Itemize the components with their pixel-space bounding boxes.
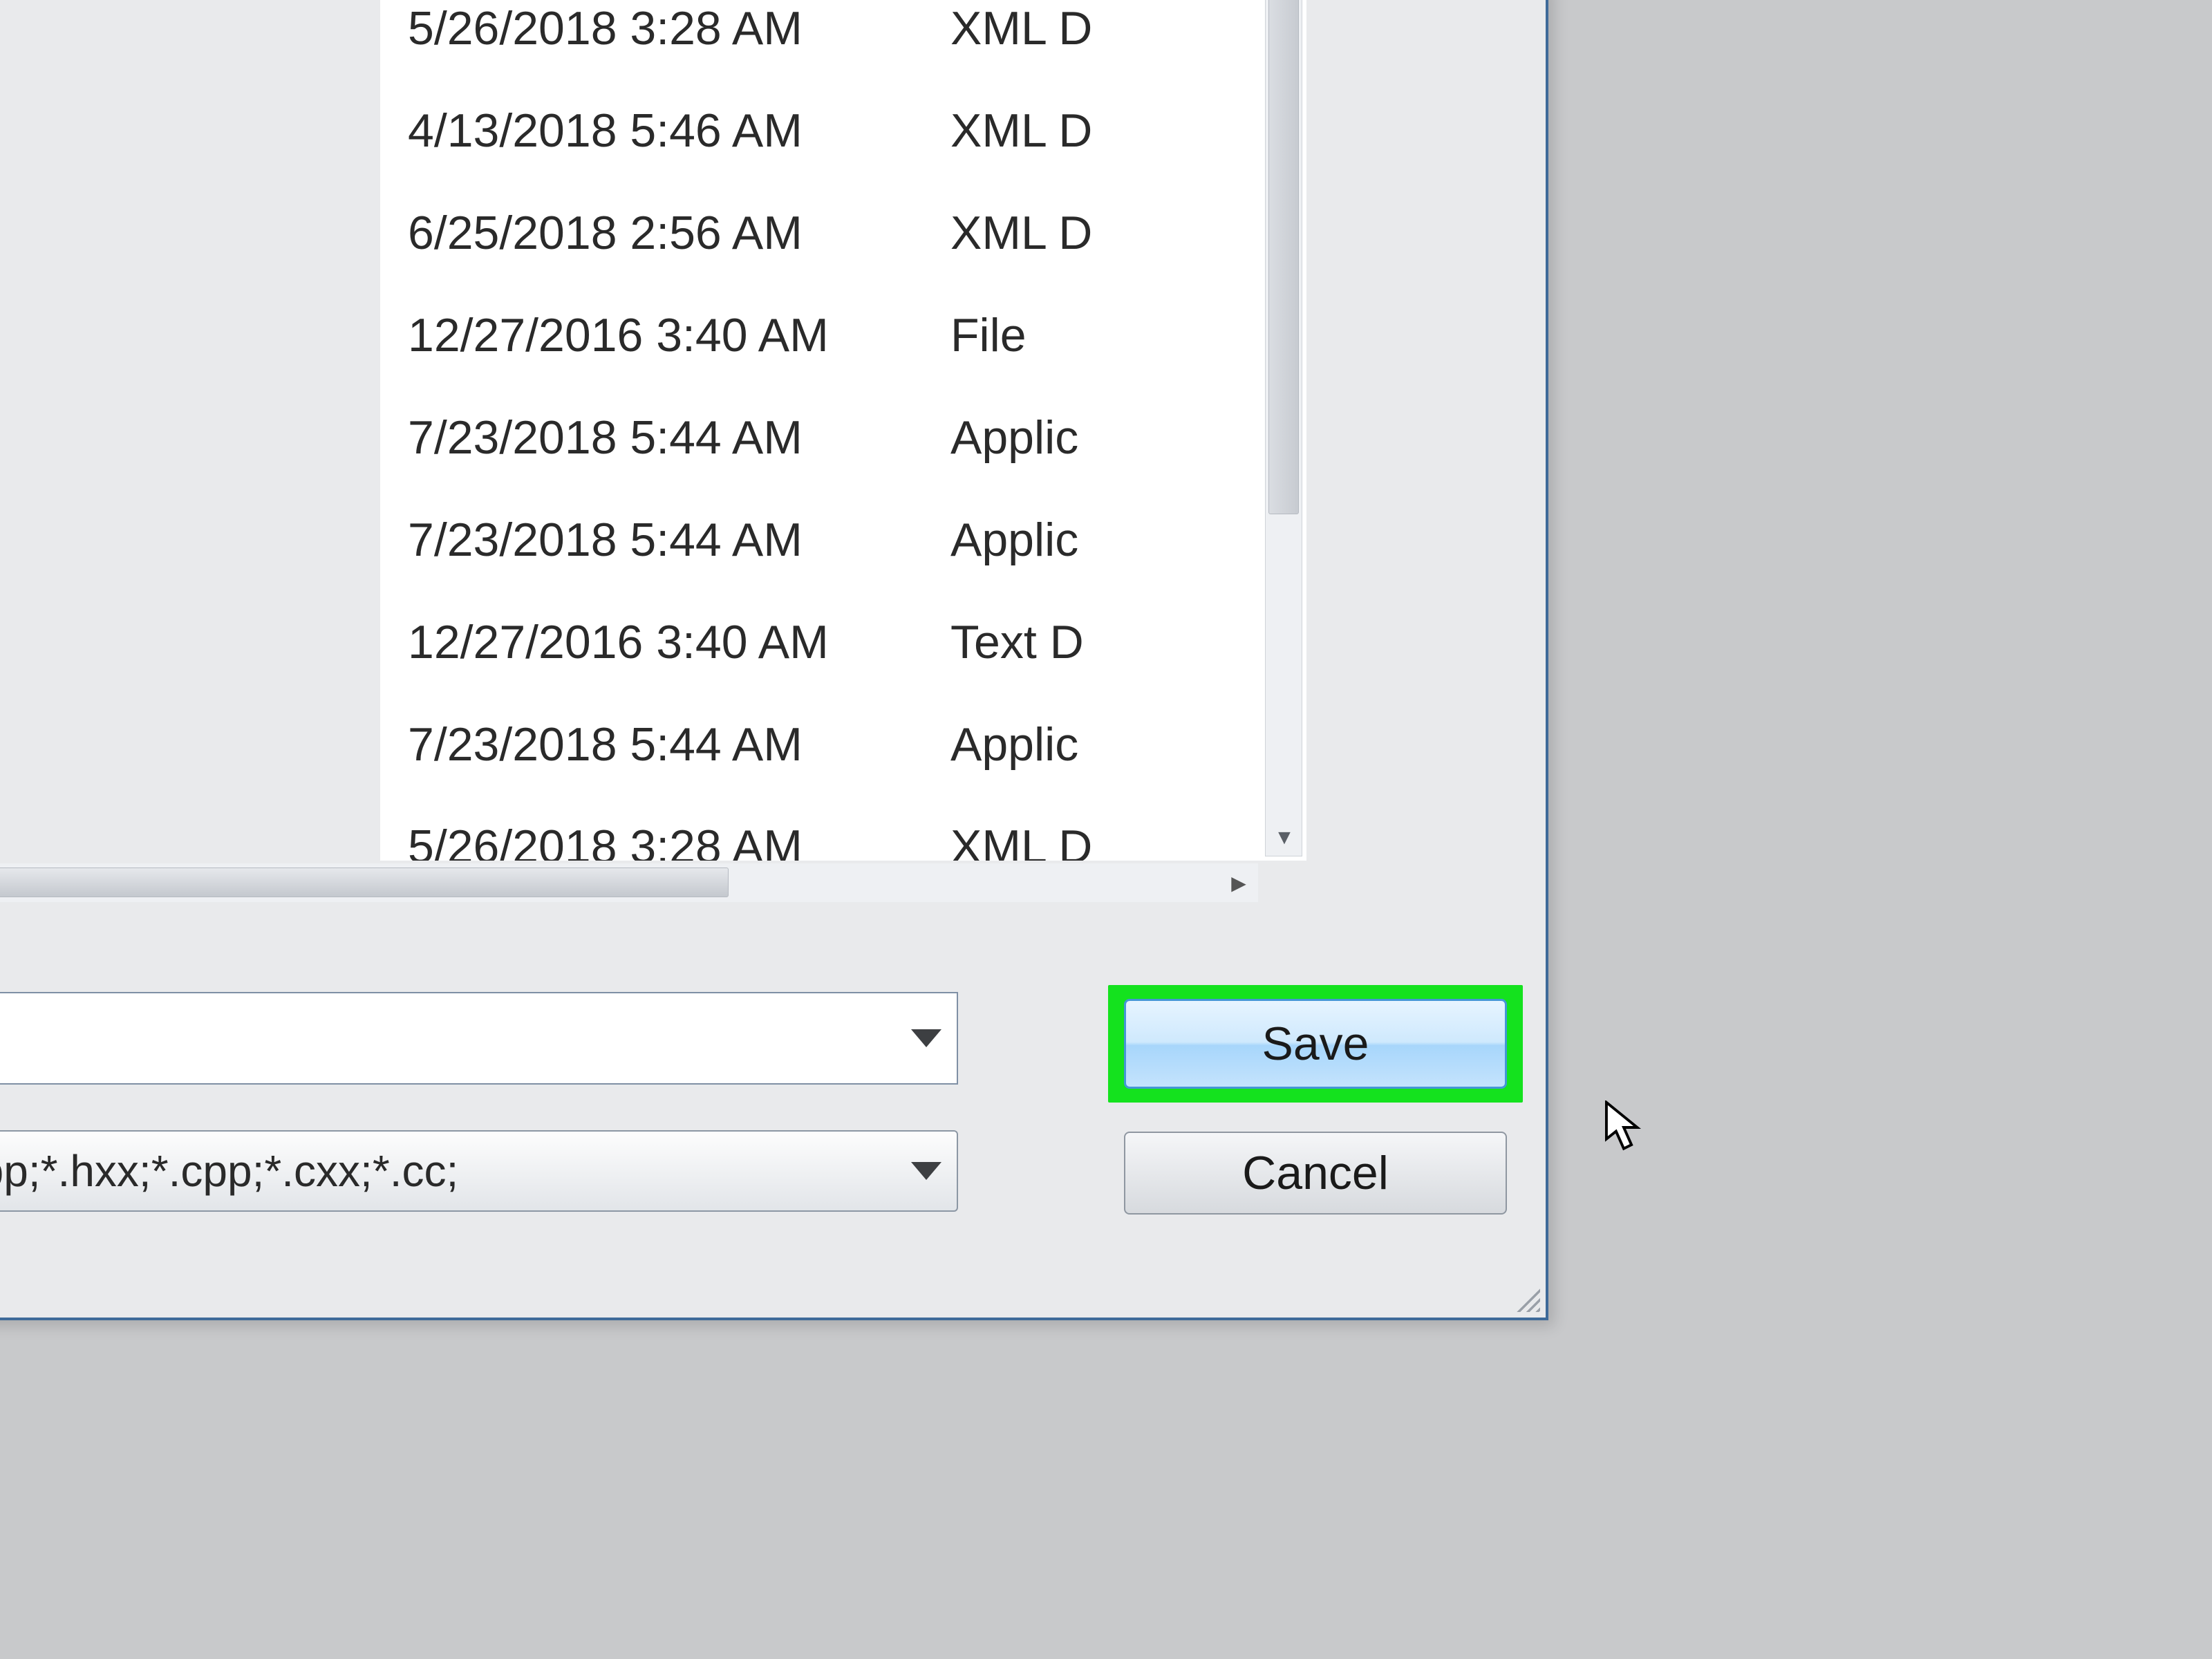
- file-type: XML D: [950, 206, 1092, 260]
- horizontal-scroll-thumb[interactable]: [0, 868, 729, 897]
- file-type: Applic: [950, 411, 1078, 465]
- file-type: Applic: [950, 718, 1078, 771]
- vertical-scroll-thumb[interactable]: [1268, 0, 1299, 514]
- file-date: 7/23/2018 5:44 AM: [380, 411, 950, 465]
- vertical-scrollbar[interactable]: ▼: [1265, 0, 1302, 856]
- file-type: Applic: [950, 513, 1078, 567]
- cursor-icon: [1604, 1100, 1644, 1154]
- scroll-down-icon[interactable]: ▼: [1266, 820, 1303, 856]
- file-date: 4/13/2018 5:46 AM: [380, 104, 950, 158]
- resize-grip-icon[interactable]: [1511, 1283, 1540, 1312]
- horizontal-scrollbar[interactable]: ▶: [0, 863, 1258, 902]
- save-dialog: 5/26/2018 3:28 AM XML D 4/13/2018 5:46 A…: [0, 0, 1548, 1320]
- file-type: File: [950, 308, 1027, 362]
- file-list-pane: 5/26/2018 3:28 AM XML D 4/13/2018 5:46 A…: [380, 0, 1306, 861]
- chevron-down-icon[interactable]: [911, 1029, 941, 1047]
- file-listing: 5/26/2018 3:28 AM XML D 4/13/2018 5:46 A…: [380, 0, 1258, 861]
- file-date: 12/27/2016 3:40 AM: [380, 308, 950, 362]
- file-row[interactable]: 6/25/2018 2:56 AM XML D: [380, 182, 1258, 284]
- cancel-button-label: Cancel: [1242, 1146, 1389, 1200]
- file-row[interactable]: 4/13/2018 5:46 AM XML D: [380, 79, 1258, 182]
- file-date: 7/23/2018 5:44 AM: [380, 513, 950, 567]
- file-date: 12/27/2016 3:40 AM: [380, 615, 950, 669]
- file-date: 7/23/2018 5:44 AM: [380, 718, 950, 771]
- file-type: XML D: [950, 104, 1092, 158]
- scroll-right-icon[interactable]: ▶: [1219, 863, 1258, 902]
- save-button-label: Save: [1262, 1017, 1369, 1071]
- cancel-button[interactable]: Cancel: [1124, 1132, 1507, 1215]
- filetype-combobox[interactable]: (*.h;*.hpp;*.hxx;*.cpp;*.cxx;*.cc;: [0, 1130, 958, 1212]
- chevron-down-icon[interactable]: [911, 1162, 941, 1180]
- file-type: Text D: [950, 615, 1084, 669]
- file-row[interactable]: 12/27/2016 3:40 AM Text D: [380, 591, 1258, 693]
- save-button-highlight: Save: [1108, 985, 1523, 1103]
- file-row[interactable]: 7/23/2018 5:44 AM Applic: [380, 386, 1258, 489]
- file-row[interactable]: 5/26/2018 3:28 AM XML D: [380, 796, 1258, 861]
- file-row[interactable]: 7/23/2018 5:44 AM Applic: [380, 693, 1258, 796]
- file-type: XML D: [950, 820, 1092, 861]
- file-date: 5/26/2018 3:28 AM: [380, 820, 950, 861]
- file-row[interactable]: 12/27/2016 3:40 AM File: [380, 284, 1258, 386]
- file-date: 6/25/2018 2:56 AM: [380, 206, 950, 260]
- filename-combobox[interactable]: [0, 992, 958, 1085]
- file-row[interactable]: 5/26/2018 3:28 AM XML D: [380, 0, 1258, 79]
- file-type: XML D: [950, 1, 1092, 55]
- save-button[interactable]: Save: [1124, 999, 1507, 1089]
- file-date: 5/26/2018 3:28 AM: [380, 1, 950, 55]
- filetype-text: (*.h;*.hpp;*.hxx;*.cpp;*.cxx;*.cc;: [0, 1145, 911, 1197]
- file-row[interactable]: 7/23/2018 5:44 AM Applic: [380, 489, 1258, 591]
